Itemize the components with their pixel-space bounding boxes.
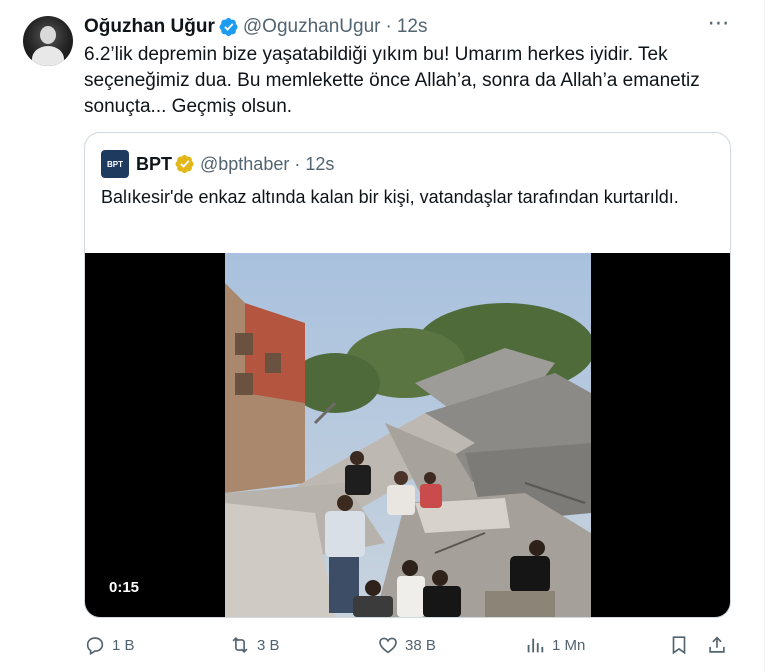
retweet-button[interactable]: 3 B bbox=[229, 634, 280, 656]
video-player[interactable]: 0:15 bbox=[85, 253, 730, 617]
tweet-card[interactable]: Oğuzhan Uğur @OguzhanUgur · 12s ⋯ 6.2’li… bbox=[0, 0, 765, 672]
quoted-tweet[interactable]: BPT BPT @bpthaber · 12s Balıkesir'de enk… bbox=[84, 132, 731, 618]
author-name[interactable]: Oğuzhan Uğur bbox=[84, 16, 215, 38]
heart-icon bbox=[379, 637, 397, 654]
quoted-separator-dot: · bbox=[294, 153, 301, 174]
retweet-icon bbox=[232, 636, 248, 654]
quoted-text: Balıkesir'de enkaz altında kalan bir kiş… bbox=[101, 187, 679, 207]
avatar-head bbox=[40, 26, 56, 44]
separator-dot: · bbox=[385, 16, 392, 37]
reply-button[interactable]: 1 B bbox=[84, 634, 135, 656]
share-button[interactable] bbox=[706, 634, 728, 656]
tweet-time[interactable]: 12s bbox=[397, 16, 428, 38]
bookmark-button[interactable] bbox=[668, 634, 690, 656]
views-button[interactable]: 1 Mn bbox=[524, 634, 585, 656]
verified-badge-icon bbox=[219, 18, 238, 36]
quoted-time[interactable]: 12s bbox=[305, 154, 334, 175]
retweet-count: 3 B bbox=[257, 636, 280, 654]
more-horizontal-icon[interactable]: ⋯ bbox=[706, 12, 732, 39]
tweet-text: 6.2’lik depremin bize yaşatabildiği yıkı… bbox=[84, 44, 700, 117]
bookmark-icon bbox=[672, 636, 686, 655]
rubble-scene-image bbox=[225, 253, 591, 617]
video-duration: 0:15 bbox=[101, 576, 148, 600]
quoted-author-name[interactable]: BPT bbox=[136, 154, 172, 175]
tweet-header: Oğuzhan Uğur @OguzhanUgur · 12s bbox=[84, 15, 427, 39]
like-count: 38 B bbox=[405, 636, 436, 654]
views-count: 1 Mn bbox=[552, 636, 586, 654]
share-icon bbox=[709, 636, 725, 653]
reply-icon bbox=[86, 637, 104, 656]
quoted-header: BPT BPT @bpthaber · 12s bbox=[101, 150, 334, 178]
views-chart-icon bbox=[527, 638, 544, 653]
like-button[interactable]: 38 B bbox=[377, 634, 436, 656]
author-handle[interactable]: @OguzhanUgur bbox=[243, 16, 381, 38]
author-avatar[interactable] bbox=[23, 16, 73, 66]
quoted-avatar[interactable]: BPT bbox=[101, 150, 129, 178]
tweet-actions: 1 B 3 B 38 B 1 Mn bbox=[84, 628, 734, 662]
verified-gold-badge-icon bbox=[175, 155, 194, 173]
reply-count: 1 B bbox=[112, 636, 135, 654]
avatar-body bbox=[32, 46, 64, 66]
video-frame bbox=[225, 253, 591, 617]
quoted-author-handle[interactable]: @bpthaber bbox=[200, 154, 289, 175]
